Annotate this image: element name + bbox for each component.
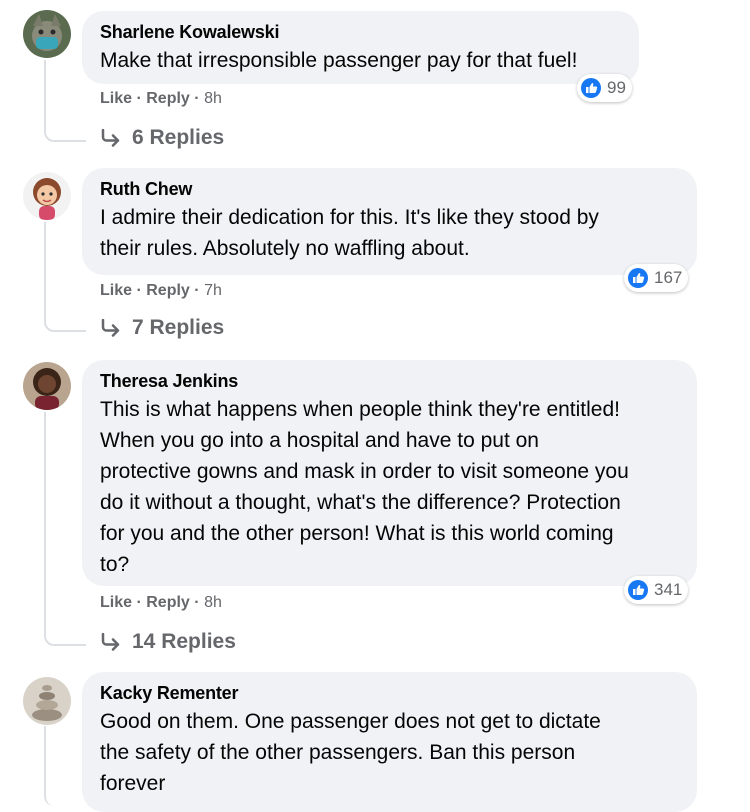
view-replies-button[interactable]: 6 Replies: [100, 126, 224, 150]
reaction-count[interactable]: 167: [624, 264, 689, 292]
avatar[interactable]: [23, 10, 71, 58]
comment-text-line: forever: [100, 772, 166, 795]
comment-text-line: the safety of the other passengers. Ban …: [100, 741, 576, 764]
avatar-stones-photo-icon: [23, 677, 71, 725]
view-replies-button[interactable]: 14 Replies: [100, 630, 236, 654]
reaction-count-value: 99: [607, 78, 626, 97]
reply-arrow-icon: [101, 129, 120, 147]
replies-label: 6 Replies: [132, 126, 225, 149]
like-link[interactable]: Like: [100, 282, 132, 299]
comment-text-line: I admire their dedication for this. It's…: [100, 206, 599, 229]
avatar[interactable]: [23, 172, 71, 220]
comment-author[interactable]: Ruth Chew: [100, 178, 679, 200]
reaction-count-value: 167: [654, 268, 683, 287]
comment-text: Make that irresponsible passenger pay fo…: [100, 49, 578, 72]
comment-actions: Like · Reply · 7h: [100, 282, 222, 299]
comment-text-line: Good on them. One passenger does not get…: [100, 710, 601, 733]
comment-text-line: This is what happens when people think t…: [100, 398, 620, 421]
comment-bubble: Kacky Rementer Good on them. One passeng…: [82, 672, 697, 812]
view-replies-button[interactable]: 7 Replies: [100, 316, 224, 340]
replies-label: 14 Replies: [132, 630, 236, 653]
comment-author[interactable]: Theresa Jenkins: [100, 370, 679, 392]
reply-link[interactable]: Reply: [146, 282, 190, 299]
replies-label: 7 Replies: [132, 316, 225, 339]
comment-time[interactable]: 8h: [204, 594, 222, 611]
thread-line: [44, 222, 86, 332]
comment-text-line: for you and the other person! What is th…: [100, 522, 614, 545]
avatar-cat-with-mask-icon: [23, 10, 71, 58]
reaction-count[interactable]: 341: [624, 576, 689, 604]
like-icon: [581, 78, 601, 98]
avatar[interactable]: [23, 677, 71, 725]
reply-arrow-icon: [101, 633, 120, 651]
thread-line: [44, 412, 86, 646]
comment-actions: Like · Reply · 8h: [100, 90, 222, 107]
thread-line: [44, 60, 86, 142]
avatar-woman-photo-icon: [23, 362, 71, 410]
comment-time[interactable]: 8h: [204, 90, 222, 107]
comment-text-line: do it without a thought, what's the diff…: [100, 491, 621, 514]
like-icon: [628, 268, 648, 288]
reaction-count[interactable]: 99: [577, 74, 632, 102]
reaction-count-value: 341: [654, 580, 683, 599]
comment-text-line: to?: [100, 553, 130, 576]
reply-arrow-icon: [101, 319, 120, 337]
comment-author[interactable]: Kacky Rementer: [100, 682, 679, 704]
reply-link[interactable]: Reply: [146, 90, 190, 107]
comment-text: This is what happens when people think t…: [100, 394, 679, 580]
like-icon: [628, 580, 648, 600]
comment-actions: Like · Reply · 8h: [100, 594, 222, 611]
avatar[interactable]: [23, 362, 71, 410]
like-link[interactable]: Like: [100, 90, 132, 107]
comment-time[interactable]: 7h: [204, 282, 222, 299]
comment-bubble: Sharlene Kowalewski Make that irresponsi…: [82, 11, 639, 84]
comment-text-line: protective gowns and mask in order to vi…: [100, 460, 629, 483]
like-link[interactable]: Like: [100, 594, 132, 611]
comment-text: I admire their dedication for this. It's…: [100, 202, 679, 264]
thread-line: [44, 726, 86, 806]
comment-text-line: When you go into a hospital and have to …: [100, 429, 539, 452]
comment-bubble: Theresa Jenkins This is what happens whe…: [82, 360, 697, 586]
reply-link[interactable]: Reply: [146, 594, 190, 611]
comment-author[interactable]: Sharlene Kowalewski: [100, 21, 621, 43]
comment-bubble: Ruth Chew I admire their dedication for …: [82, 168, 697, 275]
comment-text: Good on them. One passenger does not get…: [100, 706, 679, 799]
comment-text-line: their rules. Absolutely no waffling abou…: [100, 237, 470, 260]
avatar-cartoon-woman-icon: [23, 172, 71, 220]
